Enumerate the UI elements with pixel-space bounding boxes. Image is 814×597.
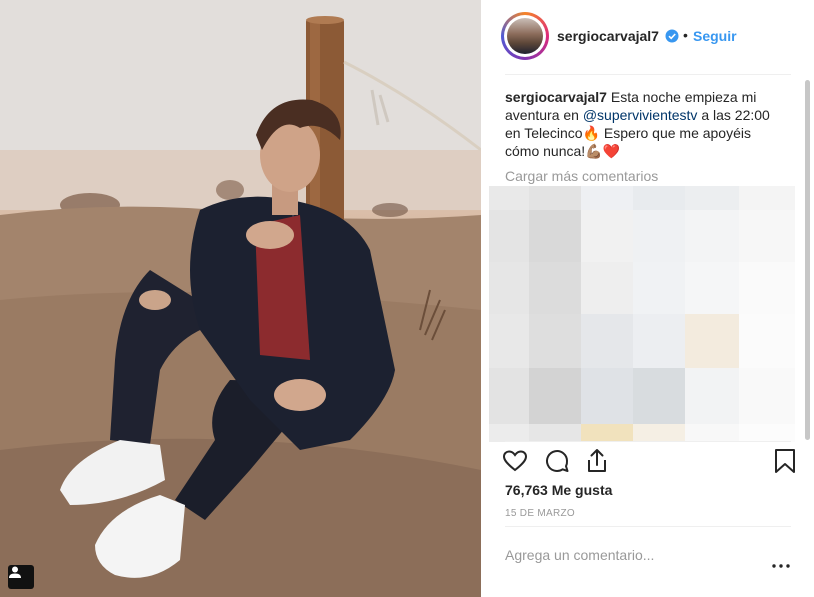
post-side-panel: sergiocarvajal7 • Seguir sergiocarvajal7… — [481, 0, 814, 597]
fire-emoji: 🔥 — [582, 125, 601, 141]
comment-input[interactable] — [505, 545, 755, 565]
share-icon[interactable] — [583, 447, 611, 475]
comment-icon[interactable] — [543, 447, 571, 475]
more-options-icon[interactable] — [771, 561, 791, 571]
likes-label: Me gusta — [551, 482, 613, 498]
heart-icon[interactable] — [501, 447, 529, 475]
verified-badge-icon — [665, 29, 679, 43]
likes-count[interactable]: 76,763 Me gusta — [505, 482, 612, 498]
comments-scrollbar[interactable] — [803, 76, 812, 440]
heart-emoji: ❤️ — [602, 143, 621, 159]
actions-divider — [505, 441, 791, 442]
likes-number: 76,763 — [505, 482, 548, 498]
post-photo[interactable] — [0, 0, 481, 597]
post-photo-illustration — [0, 0, 481, 597]
post-date[interactable]: 15 DE MARZO — [505, 508, 575, 519]
header-username[interactable]: sergiocarvajal7 — [557, 28, 659, 44]
avatar[interactable] — [501, 12, 549, 60]
scrollbar-thumb[interactable] — [805, 80, 810, 440]
caption-username[interactable]: sergiocarvajal7 — [505, 89, 607, 105]
follow-button[interactable]: Seguir — [693, 28, 737, 44]
redacted-comments-area — [489, 186, 795, 442]
header-divider — [505, 74, 791, 75]
caption-mention-link[interactable]: @supervivientestv — [583, 107, 698, 123]
post-header: sergiocarvajal7 • Seguir — [481, 0, 814, 74]
comment-divider — [505, 526, 791, 527]
user-tag-icon[interactable] — [8, 565, 34, 589]
bookmark-icon[interactable] — [771, 447, 799, 475]
post-caption: sergiocarvajal7 Esta noche empieza mi av… — [505, 88, 775, 160]
muscle-emoji: 💪🏽 — [585, 143, 603, 159]
separator-dot: • — [683, 27, 688, 43]
load-more-comments-button[interactable]: Cargar más comentarios — [505, 168, 658, 184]
